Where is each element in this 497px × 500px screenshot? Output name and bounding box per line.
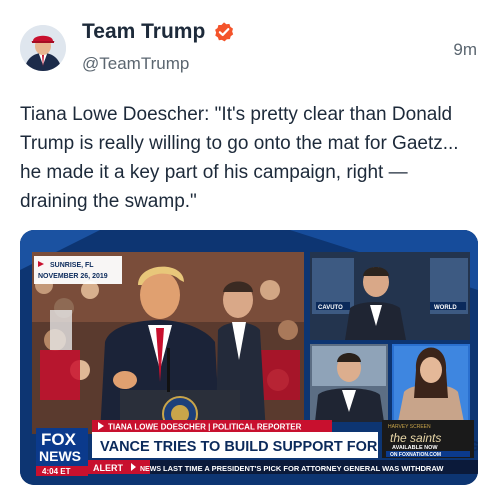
panel-label-world: WORLD <box>434 305 457 311</box>
speaker-label: TIANA LOWE DOESCHER | POLITICAL REPORTER <box>108 423 302 432</box>
promo-on: ON FOXNATION.COM <box>390 452 441 458</box>
fox-news-logo: FOX NEWS 4:04 ET <box>36 428 88 476</box>
rally-video: SUNRISE, FL NOVEMBER 26, 2019 <box>32 252 304 434</box>
alert-label: ALERT <box>93 463 123 473</box>
ticker-label: NEWS <box>140 466 161 473</box>
promo-title: the saints <box>390 431 441 445</box>
dateline-date: NOVEMBER 26, 2019 <box>38 273 108 280</box>
ticker-text: LAST TIME A PRESIDENT'S PICK FOR ATTORNE… <box>163 464 444 473</box>
avatar-image <box>20 25 66 71</box>
avatar[interactable] <box>20 25 66 71</box>
promo-sub: AVAILABLE NOW <box>392 445 438 451</box>
verified-badge-icon <box>215 22 234 42</box>
dateline-location: SUNRISE, FL <box>50 262 94 269</box>
promo-top-text: HARVEY SCREEN <box>388 424 431 430</box>
cavuto-panel: CAVUTO WORLD <box>310 252 470 340</box>
user-handle[interactable]: @TeamTrump <box>82 54 189 74</box>
guest-panel-left <box>310 344 388 422</box>
network-top: FOX <box>41 430 77 449</box>
promo-box: HARVEY SCREEN the saints AVAILABLE NOW O… <box>382 420 474 458</box>
video-thumbnail[interactable]: SUNRISE, FL NOVEMBER 26, 2019 CAVUTO WOR… <box>20 230 478 485</box>
broadcast-clock: 4:04 ET <box>42 467 71 476</box>
social-post: Team Trump @TeamTrump 9m Tiana Lowe Does… <box>0 0 497 500</box>
author-row: Team Trump <box>82 20 235 44</box>
display-name[interactable]: Team Trump <box>82 20 205 44</box>
post-text: Tiana Lowe Doescher: "It's pretty clear … <box>20 104 459 212</box>
network-bottom: NEWS <box>39 448 81 464</box>
news-ticker: ALERT NEWS LAST TIME A PRESIDENT'S PICK … <box>88 460 478 474</box>
post-timestamp[interactable]: 9m <box>453 40 477 60</box>
news-broadcast-frame: SUNRISE, FL NOVEMBER 26, 2019 CAVUTO WOR… <box>20 230 478 485</box>
guest-panel-right <box>392 344 470 422</box>
panel-label-cavuto: CAVUTO <box>318 305 343 311</box>
